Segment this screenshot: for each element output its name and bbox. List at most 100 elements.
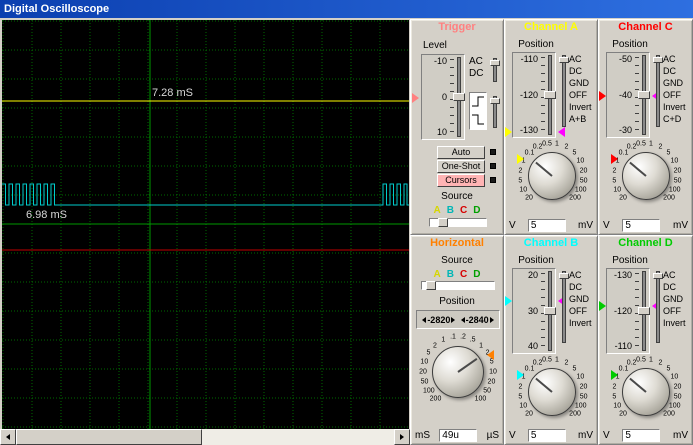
trigger-level-slider[interactable]: -10 0 10 <box>421 54 465 140</box>
channel-c-coupling-selector[interactable] <box>656 55 660 127</box>
channel-c-option-1[interactable]: DC <box>663 65 693 77</box>
channel-b-coupling-selector[interactable] <box>562 271 566 343</box>
channel-b-option-0[interactable]: AC <box>569 269 599 281</box>
horizontal-source-0[interactable]: A <box>434 269 441 280</box>
channel-a-option-5[interactable]: A+B <box>569 113 599 125</box>
slider-thumb[interactable] <box>453 93 465 101</box>
channel-b-position-slider[interactable]: 20 30 40 <box>512 268 556 354</box>
channel-c-scale-value[interactable]: 5 <box>622 219 660 232</box>
channel-c-option-2[interactable]: GND <box>663 77 693 89</box>
channel-b-vertical-scale-knob[interactable] <box>528 368 576 416</box>
oscilloscope-display[interactable]: 7.28 mS6.98 mS <box>2 20 409 429</box>
channel-a-vertical-scale-knob[interactable] <box>528 152 576 200</box>
knob-scale-label: 0.2 <box>533 144 543 151</box>
horizontal-source-slider[interactable] <box>421 281 495 290</box>
window-titlebar[interactable]: Digital Oscilloscope <box>0 0 693 18</box>
channel-c-option-4[interactable]: Invert <box>663 101 693 113</box>
trigger-source-0[interactable]: A <box>434 205 441 216</box>
channel-b-scale-value[interactable]: 5 <box>528 429 566 442</box>
increment-arrow-icon[interactable] <box>451 317 455 323</box>
channel-a-option-4[interactable]: Invert <box>569 101 599 113</box>
knob-scale-label: 2 <box>658 360 662 367</box>
scroll-left-button[interactable] <box>0 429 16 445</box>
decrement-arrow-icon[interactable] <box>461 317 465 323</box>
scale-label: -10 <box>422 56 447 66</box>
trigger-source-3[interactable]: D <box>473 205 480 216</box>
knob-scale-label: 50 <box>674 393 682 400</box>
horizontal-source-3[interactable]: D <box>473 269 480 280</box>
trigger-coupling-ac[interactable]: AC <box>469 56 483 67</box>
channel-b-option-3[interactable]: OFF <box>569 305 599 317</box>
channel-b-option-2[interactable]: GND <box>569 293 599 305</box>
increment-arrow-icon[interactable] <box>490 317 494 323</box>
channel-a-trace-marker[interactable] <box>505 127 512 137</box>
slider-track[interactable] <box>457 57 461 137</box>
channel-b-trace-marker[interactable] <box>505 296 512 306</box>
slider-thumb[interactable] <box>544 91 556 99</box>
channel-b-option-4[interactable]: Invert <box>569 317 599 329</box>
channel-b-option-1[interactable]: DC <box>569 281 599 293</box>
slider-track[interactable] <box>642 55 646 135</box>
channel-c-position-slider[interactable]: -50 -40 -30 <box>606 52 650 138</box>
unit-left: V <box>603 430 610 441</box>
trigger-oneshot-button[interactable]: One-Shot <box>437 160 485 173</box>
slider-thumb[interactable] <box>638 307 650 315</box>
slider-track[interactable] <box>548 271 552 351</box>
trigger-source-1[interactable]: B <box>447 205 454 216</box>
channel-d-vertical-scale-knob[interactable] <box>622 368 670 416</box>
channel-c-option-5[interactable]: C+D <box>663 113 693 125</box>
channel-a-reference-marker[interactable] <box>558 127 565 137</box>
slider-thumb[interactable] <box>426 281 436 290</box>
channel-a-position-slider[interactable]: -110 -120 -130 <box>512 52 556 138</box>
channel-c-trace-marker[interactable] <box>599 91 606 101</box>
horizontal-scrollbar[interactable] <box>0 429 410 445</box>
horizontal-source-2[interactable]: C <box>460 269 467 280</box>
trigger-edge-selector[interactable] <box>493 96 497 128</box>
trigger-source-2[interactable]: C <box>460 205 467 216</box>
trigger-coupling-dc[interactable]: DC <box>469 68 483 79</box>
channel-c-option-0[interactable]: AC <box>663 53 693 65</box>
scrollbar-thumb[interactable] <box>16 429 202 445</box>
channel-a-option-3[interactable]: OFF <box>569 89 599 101</box>
slider-thumb[interactable] <box>544 307 556 315</box>
channel-a-option-2[interactable]: GND <box>569 77 599 89</box>
selector-thumb[interactable] <box>490 98 500 104</box>
channel-d-trace-marker[interactable] <box>599 301 606 311</box>
trigger-cursors-button[interactable]: Cursors <box>437 174 485 187</box>
channel-d-option-1[interactable]: DC <box>663 281 693 293</box>
decrement-arrow-icon[interactable] <box>422 317 426 323</box>
horizontal-timebase-knob[interactable] <box>432 346 484 398</box>
horizontal-source-1[interactable]: B <box>447 269 454 280</box>
channel-d-option-3[interactable]: OFF <box>663 305 693 317</box>
channel-a-coupling-selector[interactable] <box>562 55 566 127</box>
channel-d-option-4[interactable]: Invert <box>663 317 693 329</box>
trigger-coupling-selector[interactable] <box>493 58 497 82</box>
scroll-right-button[interactable] <box>394 429 410 445</box>
channel-d-scale-value[interactable]: 5 <box>622 429 660 442</box>
knob-scale-label: 50 <box>421 379 429 386</box>
selector-thumb[interactable] <box>653 273 663 279</box>
selector-thumb[interactable] <box>559 57 569 63</box>
channel-a-scale-value[interactable]: 5 <box>528 219 566 232</box>
channel-a-option-1[interactable]: DC <box>569 65 599 77</box>
selector-thumb[interactable] <box>490 60 500 66</box>
trigger-auto-button[interactable]: Auto <box>437 146 485 159</box>
selector-thumb[interactable] <box>653 57 663 63</box>
slider-track[interactable] <box>642 271 646 351</box>
channel-d-option-0[interactable]: AC <box>663 269 693 281</box>
channel-a-position-label: Position <box>509 39 563 50</box>
horizontal-timebase-value[interactable]: 49u <box>439 429 477 442</box>
channel-b-knob-marker <box>517 370 524 380</box>
trigger-source-slider[interactable] <box>429 218 487 227</box>
slider-track[interactable] <box>548 55 552 135</box>
channel-d-option-2[interactable]: GND <box>663 293 693 305</box>
selector-thumb[interactable] <box>559 273 569 279</box>
channel-d-coupling-selector[interactable] <box>656 271 660 343</box>
channel-c-vertical-scale-knob[interactable] <box>622 152 670 200</box>
slider-thumb[interactable] <box>438 218 448 227</box>
channel-c-option-3[interactable]: OFF <box>663 89 693 101</box>
channel-d-position-slider[interactable]: -130 -120 -110 <box>606 268 650 354</box>
channel-a-option-0[interactable]: AC <box>569 53 599 65</box>
slider-thumb[interactable] <box>638 91 650 99</box>
trigger-level-marker[interactable] <box>412 93 419 103</box>
